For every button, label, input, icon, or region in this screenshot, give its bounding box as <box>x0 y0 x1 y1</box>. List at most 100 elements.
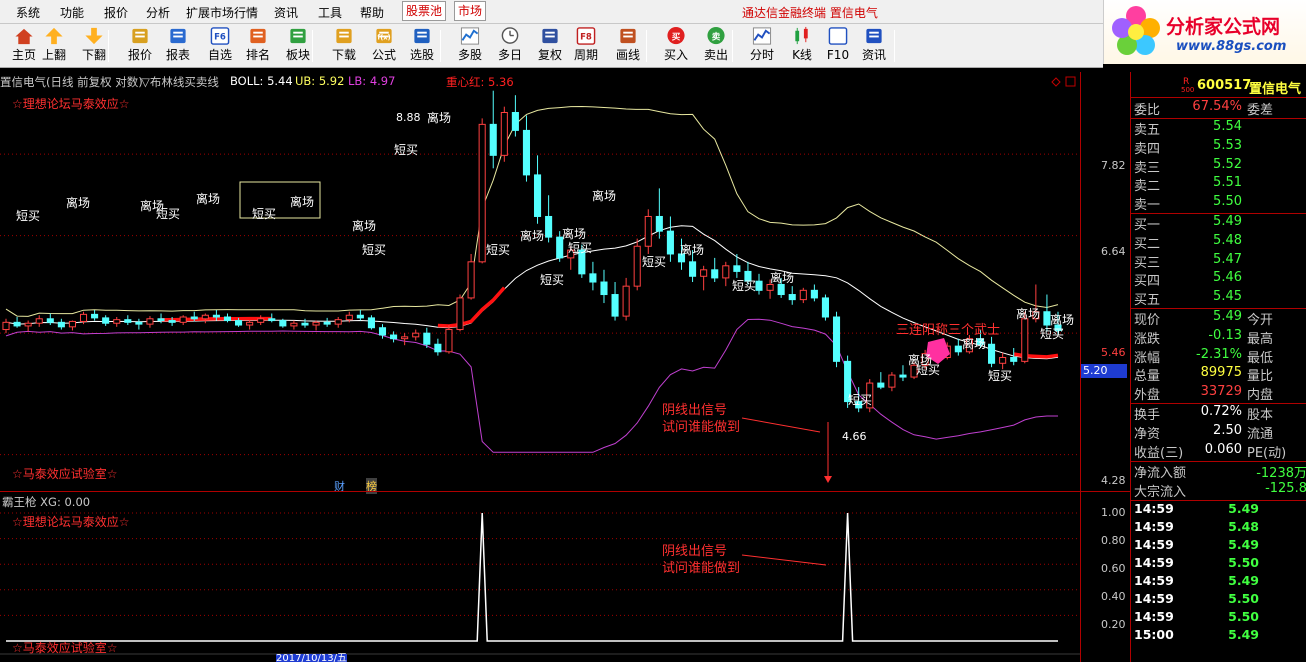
kline-chart[interactable]: 离场 离场 离场 离场离场离场离场 离场离场离场离场离场离场离场 离场短买 短买 短买短买短买… <box>0 72 1080 490</box>
multi-stock-icon <box>460 27 480 45</box>
row-value: -1238万 <box>1256 465 1306 481</box>
toolbar-down-arrow-button[interactable]: 下翻 <box>76 26 112 66</box>
ask-row: 卖四 5.53 <box>1131 138 1306 157</box>
candle-down <box>611 294 619 317</box>
menu-help[interactable]: 帮助 <box>360 4 384 21</box>
row-label: 净流入额 <box>1134 465 1187 481</box>
candle-up <box>888 374 896 388</box>
row-label: 大宗流入 <box>1134 484 1187 500</box>
forum-label: ☆理想论坛马泰效应☆ <box>12 97 130 111</box>
toolbar-separator <box>646 30 647 62</box>
toolbar-label: 下载 <box>331 48 356 62</box>
tick-time: 14:59 <box>1134 590 1174 606</box>
quote-row: 外盘 33729 内盘 <box>1131 384 1306 403</box>
row-label: 买一 <box>1134 218 1161 234</box>
candlestick-icon <box>795 26 808 45</box>
row-value: -125.8 <box>1265 480 1306 496</box>
candle-down <box>689 261 697 277</box>
menu-news[interactable]: 资讯 <box>274 4 298 21</box>
tick-price: 5.48 <box>1228 518 1259 534</box>
toolbar-separator <box>312 30 313 62</box>
menu-function[interactable]: 功能 <box>60 4 84 21</box>
diamond-icon <box>1051 77 1061 87</box>
candle-down <box>423 332 431 345</box>
candle-up <box>412 332 420 338</box>
toolbar-ranking-button[interactable]: 排名 <box>240 26 276 66</box>
menu-tools[interactable]: 工具 <box>318 4 342 21</box>
toolbar-f6-key-button[interactable]: F6 自选 <box>202 26 238 66</box>
sector-icon <box>290 28 306 44</box>
signal-indicator-title: 霸王枪 XG: 0.00 <box>2 495 91 509</box>
row-label: 买二 <box>1134 236 1161 252</box>
toolbar-intraday-button[interactable]: 分时 <box>744 26 780 66</box>
toolbar-f10-button[interactable]: F10 <box>820 26 856 66</box>
candle-down <box>711 269 719 279</box>
fundamental-row: 净资 2.50 流通 <box>1131 423 1306 442</box>
toolbar-formula-button[interactable]: f(x) 公式 <box>366 26 402 66</box>
short-buy-signal-tag: 短买 <box>486 243 510 257</box>
quote-row: 总量 89975 量比 <box>1131 365 1306 384</box>
short-buy-signal-tag: 短买 <box>362 243 386 257</box>
toolbar-draw-line-button[interactable]: 画线 <box>610 26 646 66</box>
candle-down <box>323 321 331 325</box>
candle-up <box>633 245 641 287</box>
signal-tick-label: 1.00 <box>1101 506 1126 519</box>
menu-stock-pool[interactable]: 股票池 <box>402 1 447 21</box>
menu-analysis[interactable]: 分析 <box>146 4 170 21</box>
toolbar-buy-button[interactable]: 买买入 <box>658 26 694 66</box>
lower-band-line <box>5 318 1058 453</box>
toolbar-label: 排名 <box>245 48 270 62</box>
menu-extended-market[interactable]: 扩展市场行情 <box>186 4 258 21</box>
leave-signal-tag: 离场 <box>1050 312 1074 327</box>
menu-market[interactable]: 市场 <box>454 1 487 21</box>
pane-divider[interactable] <box>0 491 1130 492</box>
toolbar-report-button[interactable]: 报表 <box>160 26 196 66</box>
current-price-marker: 5.20 <box>1081 364 1127 378</box>
candle-down <box>1010 357 1018 362</box>
toolbar-label: 卖出 <box>703 48 728 62</box>
toolbar-sector-button[interactable]: 板块 <box>280 26 316 66</box>
quote-row: 现价 5.49 今开 <box>1131 309 1306 328</box>
f8-key-icon: F8 <box>576 27 596 45</box>
quote-row: 涨跌 -0.13 最高 <box>1131 328 1306 347</box>
ask-row: 卖二 5.51 <box>1131 175 1306 194</box>
toolbar-up-arrow-button[interactable]: 上翻 <box>36 26 72 66</box>
toolbar-multi-day-button[interactable]: 多日 <box>492 26 528 66</box>
row-label: 委比 <box>1134 103 1161 118</box>
toolbar-f8-key-button[interactable]: F8 周期 <box>568 26 604 66</box>
menu-quote[interactable]: 报价 <box>104 4 128 21</box>
toolbar-quote-button[interactable]: 报价 <box>122 26 158 66</box>
toolbar-candlestick-button[interactable]: K线 <box>784 26 820 66</box>
candle-down <box>46 318 54 323</box>
toolbar-adjust-button[interactable]: 复权 <box>532 26 568 66</box>
tick-price: 5.49 <box>1228 500 1259 516</box>
candle-up <box>722 265 730 279</box>
signal-chart[interactable] <box>0 493 1080 655</box>
high-price-label: 8.88 <box>396 111 421 124</box>
price-tick-label: 5.46 <box>1101 346 1126 359</box>
toolbar-news-button[interactable]: 资讯 <box>856 26 892 66</box>
candle-down <box>223 316 232 322</box>
candle-down <box>102 317 110 324</box>
toolbar-stock-picker-button[interactable]: 选股 <box>404 26 440 66</box>
toolbar-sell-button[interactable]: 卖卖出 <box>698 26 734 66</box>
fundamental-row: 收益(三) 0.060 PE(动) <box>1131 442 1306 461</box>
candle-up <box>799 289 807 301</box>
signal-tick-label: 0.60 <box>1101 562 1126 575</box>
leave-signal-tag: 离场 <box>770 270 794 285</box>
candle-up <box>445 329 453 353</box>
row-value: 0.72% <box>1200 404 1242 420</box>
tick-price: 5.50 <box>1228 554 1259 570</box>
toolbar-multi-stock-button[interactable]: 多股 <box>452 26 488 66</box>
candle-up <box>24 322 32 327</box>
short-buy-signal-tag: 短买 <box>16 209 40 223</box>
row-label: 现价 <box>1134 313 1161 329</box>
buy-icon: 买 <box>667 26 685 45</box>
tick-row: 14:59 5.49 <box>1131 501 1306 518</box>
toolbar-label: 画线 <box>615 48 640 62</box>
stock-title: R 500 600517 置信电气 <box>1131 72 1306 98</box>
toolbar-download-button[interactable]: 下载 <box>326 26 362 66</box>
menu-system[interactable]: 系统 <box>16 4 40 21</box>
leave-signal-tag: 离场 <box>520 228 544 243</box>
leave-signal-tag: 离场 <box>562 226 586 241</box>
